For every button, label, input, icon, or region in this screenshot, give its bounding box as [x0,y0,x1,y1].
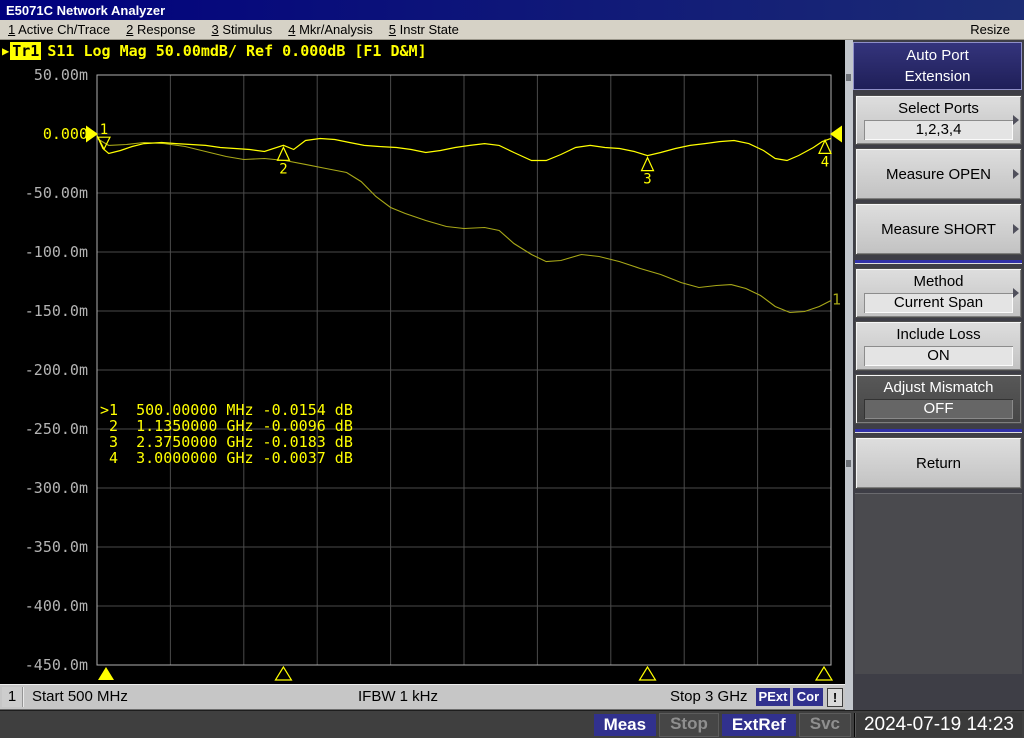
menu-item-mkr-analysis[interactable]: 4 Mkr/Analysis [280,22,381,37]
softkey-separator [855,429,1022,433]
y-axis-label: -400.0m [25,597,88,615]
ifbw-value[interactable]: IFBW 1 kHz [358,688,438,705]
menu-item-active-ch-trace[interactable]: 1 Active Ch/Trace [0,22,118,37]
softkey-separator [855,260,1022,264]
softkey-method[interactable]: Method Current Span [855,268,1022,318]
plot-area: 50.00m 0.000 -50.00m -100.0m -150.0m -200.0m -… [0,40,845,684]
y-axis-reference-label: 0.000 [43,125,88,143]
title-bar: E5071C Network Analyzer [0,0,1024,20]
stimulus-marker-1[interactable] [98,667,114,680]
y-axis-label: -100.0m [25,243,88,261]
scrollbar-tick [846,74,851,81]
softkey-value: OFF [864,399,1013,419]
status-meas: Meas [594,714,657,736]
softkey-sidebar: Auto Port Extension Select Ports 1,2,3,4 M… [845,40,1024,710]
softkey-label: Measure OPEN [886,166,991,183]
y-axis-label: -250.0m [25,420,88,438]
menu-items: 1 Active Ch/Trace2 Response3 Stimulus4 M… [0,22,467,37]
trace-number-label: 1 [832,290,841,308]
softkey-value: 1,2,3,4 [864,120,1013,140]
marker-2[interactable]: 2 [277,147,289,177]
softkey-return[interactable]: Return [855,437,1022,489]
softkey-value: Current Span [864,293,1013,313]
channel-status-bar: 1 Start 500 MHz IFBW 1 kHz Stop 3 GHz PE… [0,684,845,710]
softkey-measure-short[interactable]: Measure SHORT [855,203,1022,255]
svg-text:3: 3 [643,172,651,188]
scrollbar-tick [846,460,851,467]
y-axis-label: -200.0m [25,361,88,379]
softkey-scrollbar[interactable] [845,40,853,710]
softkey-label: Return [916,455,961,472]
menu-item-stimulus[interactable]: 3 Stimulus [204,22,281,37]
marker-table-row: >1 500.00000 MHz -0.0154 dB [100,402,353,418]
softkey-label: Include Loss [856,322,1021,343]
y-axis-label: -50.00m [25,184,88,202]
stimulus-marker-4[interactable] [816,667,832,680]
marker-readout-table: >1 500.00000 MHz -0.0154 dB 2 1.1350000 … [100,402,353,466]
submenu-arrow-icon [1013,224,1019,234]
marker-3[interactable]: 3 [642,158,654,188]
softkey-select-ports[interactable]: Select Ports 1,2,3,4 [855,95,1022,145]
trace-name-badge[interactable]: Tr1 [10,42,41,60]
y-axis-label: -350.0m [25,538,88,556]
port-extension-badge: PExt [756,688,790,706]
softkey-measure-open[interactable]: Measure OPEN [855,148,1022,200]
softkey-menu-title-line2: Extension [854,66,1021,87]
submenu-arrow-icon [1013,288,1019,298]
reference-level-arrow-right[interactable] [830,126,842,143]
softkey-value: ON [864,346,1013,366]
svg-text:4: 4 [821,154,829,170]
sidebar-empty-panel [855,493,1022,674]
softkey-label: Method [856,269,1021,290]
softkey-menu-title-line1: Auto Port [854,45,1021,66]
trace-settings-text: S11 Log Mag 50.00mdB/ Ref 0.000dB [F1 D&… [47,42,426,60]
analyzer-screen: 50.00m 0.000 -50.00m -100.0m -150.0m -200.0m -… [0,40,845,684]
svg-text:1: 1 [100,122,108,138]
status-svc: Svc [799,713,851,737]
softkey-label: Measure SHORT [881,221,996,238]
status-datetime: 2024-07-19 14:23 [854,713,1022,737]
y-axis-label: -450.0m [25,656,88,674]
stimulus-marker-2[interactable] [275,667,291,680]
y-axis-label: -300.0m [25,479,88,497]
svg-text:2: 2 [279,161,287,177]
alert-indicator: ! [827,688,843,707]
stimulus-marker-3[interactable] [640,667,656,680]
start-frequency[interactable]: Start 500 MHz [32,688,128,705]
menu-item-response[interactable]: 2 Response [118,22,203,37]
submenu-arrow-icon [1013,115,1019,125]
softkey-menu-title: Auto Port Extension [853,42,1022,90]
menu-bar: 1 Active Ch/Trace2 Response3 Stimulus4 M… [0,20,1024,40]
marker-4[interactable]: 4 [819,140,831,170]
marker-table-row: 2 1.1350000 GHz -0.0096 dB [100,418,353,434]
stop-frequency[interactable]: Stop 3 GHz [670,688,748,705]
menu-item-resize[interactable]: Resize [956,22,1024,37]
softkey-adjust-mismatch[interactable]: Adjust Mismatch OFF [855,374,1022,424]
correction-badge: Cor [793,688,823,706]
trace-status-line: ▶ Tr1 S11 Log Mag 50.00mdB/ Ref 0.000dB … [2,42,427,60]
instrument-status-bar: MeasStopExtRefSvc2024-07-19 14:23 [0,710,1024,738]
marker-table-row: 4 3.0000000 GHz -0.0037 dB [100,450,353,466]
marker-table-row: 3 2.3750000 GHz -0.0183 dB [100,434,353,450]
reference-level-arrow-left[interactable] [86,126,98,143]
status-extref: ExtRef [722,714,796,736]
softkey-label: Select Ports [856,96,1021,117]
softkey-include-loss[interactable]: Include Loss ON [855,321,1022,371]
y-axis-label: -150.0m [25,302,88,320]
channel-number: 1 [2,687,24,707]
submenu-arrow-icon [1013,169,1019,179]
active-trace-arrow-icon: ▶ [2,44,9,58]
app-window: E5071C Network Analyzer 1 Active Ch/Trac… [0,0,1024,738]
softkey-menu: Auto Port Extension Select Ports 1,2,3,4 M… [853,40,1024,676]
window-title: E5071C Network Analyzer [0,3,165,18]
menu-item-instr-state[interactable]: 5 Instr State [381,22,467,37]
status-stop: Stop [659,713,719,737]
y-axis-label: 50.00m [34,66,88,84]
softkey-label: Adjust Mismatch [856,375,1021,396]
